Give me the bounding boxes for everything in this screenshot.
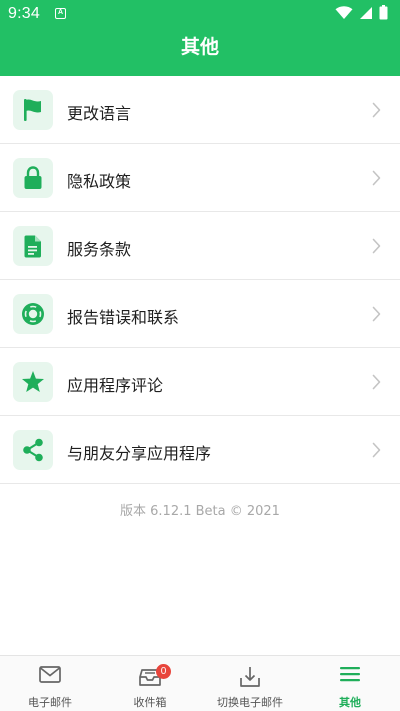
menu-icon-box [13, 226, 53, 266]
status-icons [335, 5, 388, 20]
settings-menu: 更改语言 隐私政策 服务条款 报告错误和联系 应用程序评论 与朋友分享应用程序 [0, 76, 400, 484]
nav-tab-other[interactable]: 其他 [300, 656, 400, 711]
menu-icon-box [13, 90, 53, 130]
mail-icon [39, 666, 61, 683]
nav-tab-inbox[interactable]: 0 收件箱 [100, 656, 200, 711]
menu-icon-box [13, 362, 53, 402]
lifebuoy-icon [22, 303, 44, 325]
chevron-right-icon [372, 102, 381, 118]
menu-icon [340, 667, 360, 682]
nav-tab-email[interactable]: 电子邮件 [0, 656, 100, 711]
menu-item-label: 服务条款 [67, 240, 132, 259]
nav-label: 切换电子邮件 [217, 696, 283, 709]
menu-item-label: 隐私政策 [67, 172, 132, 191]
menu-item-label: 与朋友分享应用程序 [67, 444, 212, 463]
chevron-right-icon [372, 238, 381, 254]
nav-label: 收件箱 [133, 696, 167, 709]
menu-icon-box [13, 430, 53, 470]
menu-item-privacy-policy[interactable]: 隐私政策 [0, 144, 400, 212]
app-header: 9:34 A 其他 [0, 0, 400, 76]
lock-icon [24, 166, 42, 189]
version-label: 版本 6.12.1 Beta © 2021 [120, 504, 280, 519]
status-time: 9:34 [8, 5, 40, 22]
menu-item-label: 报告错误和联系 [67, 308, 180, 327]
menu-item-label: 应用程序评论 [67, 376, 164, 395]
menu-item-label: 更改语言 [67, 104, 132, 123]
chevron-right-icon [372, 442, 381, 458]
notification-a-icon: A [55, 8, 66, 19]
signal-icon [360, 6, 372, 19]
battery-icon [379, 5, 388, 20]
wifi-icon [335, 5, 353, 19]
menu-item-report-bug-contact[interactable]: 报告错误和联系 [0, 280, 400, 348]
document-icon [24, 235, 41, 257]
chevron-right-icon [372, 170, 381, 186]
flag-icon [24, 99, 41, 121]
page-title: 其他 [180, 36, 219, 58]
status-bar: 9:34 A [0, 0, 400, 26]
menu-item-app-review[interactable]: 应用程序评论 [0, 348, 400, 416]
share-icon [23, 438, 43, 462]
menu-icon-box [13, 158, 53, 198]
chevron-right-icon [372, 374, 381, 390]
chevron-right-icon [372, 306, 381, 322]
nav-tab-switch-email[interactable]: 切换电子邮件 [200, 656, 300, 711]
menu-item-share-app[interactable]: 与朋友分享应用程序 [0, 416, 400, 484]
bottom-nav: 电子邮件 0 收件箱 切换电子邮件 其他 [0, 655, 400, 711]
inbox-badge: 0 [156, 664, 171, 679]
download-tray-icon [240, 667, 260, 687]
nav-label: 电子邮件 [28, 696, 72, 709]
menu-item-terms-of-service[interactable]: 服务条款 [0, 212, 400, 280]
menu-item-change-language[interactable]: 更改语言 [0, 76, 400, 144]
nav-label: 其他 [339, 696, 361, 709]
menu-icon-box [13, 294, 53, 334]
star-icon [22, 371, 44, 392]
